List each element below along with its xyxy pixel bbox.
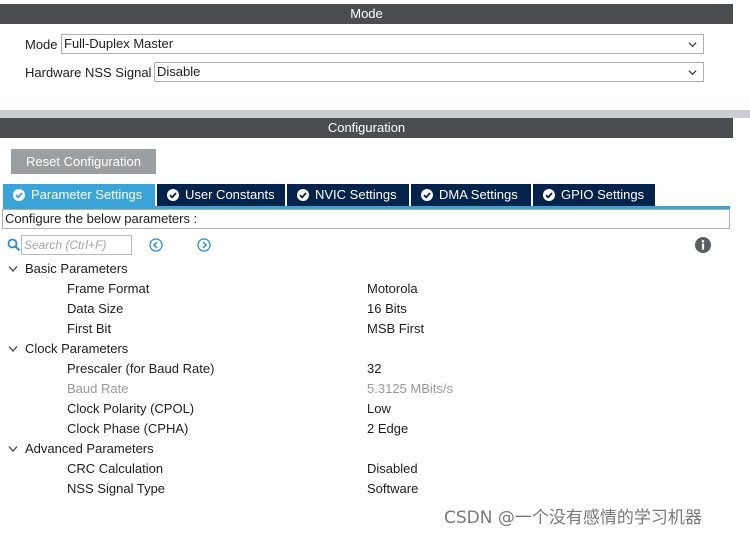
chevron-down-icon: [688, 70, 697, 76]
tab-label: DMA Settings: [439, 187, 518, 202]
param-value: 16 Bits: [367, 301, 407, 316]
param-row-nss-signal-type[interactable]: NSS Signal Type Software: [0, 479, 730, 499]
param-name: Data Size: [67, 301, 124, 316]
next-icon[interactable]: [197, 238, 211, 252]
group-advanced-parameters[interactable]: Advanced Parameters: [0, 439, 730, 459]
tab-label: Parameter Settings: [31, 187, 143, 202]
param-row-clock-phase[interactable]: Clock Phase (CPHA) 2 Edge: [0, 419, 730, 439]
param-value: 2 Edge: [367, 421, 409, 436]
param-row-data-size[interactable]: Data Size 16 Bits: [0, 299, 730, 319]
check-circle-icon: [167, 189, 179, 201]
reset-configuration-button[interactable]: Reset Configuration: [11, 149, 156, 174]
param-row-first-bit[interactable]: First Bit MSB First: [0, 319, 730, 339]
param-name: Clock Phase (CPHA): [67, 421, 189, 436]
check-circle-icon: [297, 189, 309, 201]
param-value: 5.3125 MBits/s: [367, 381, 453, 396]
info-icon[interactable]: [695, 237, 711, 253]
tab-label: GPIO Settings: [561, 187, 645, 202]
group-clock-parameters[interactable]: Clock Parameters: [0, 339, 730, 359]
panel-separator: [0, 110, 750, 118]
check-circle-icon: [543, 189, 555, 201]
param-value: Low: [367, 401, 391, 416]
param-row-prescaler[interactable]: Prescaler (for Baud Rate) 32: [0, 359, 730, 379]
nss-select[interactable]: Disable: [154, 62, 704, 82]
param-row-clock-polarity[interactable]: Clock Polarity (CPOL) Low: [0, 399, 730, 419]
param-value: 32: [367, 361, 382, 376]
param-value: Motorola: [367, 281, 418, 296]
param-name: Baud Rate: [67, 381, 129, 396]
nss-label: Hardware NSS Signal: [25, 65, 152, 80]
tab-label: NVIC Settings: [315, 187, 397, 202]
group-label: Basic Parameters: [25, 261, 128, 276]
watermark: CSDN @一个没有感情的学习机器: [444, 508, 702, 528]
group-label: Advanced Parameters: [25, 441, 154, 456]
param-row-frame-format[interactable]: Frame Format Motorola: [0, 279, 730, 299]
mode-label: Mode: [25, 37, 58, 52]
nss-select-value: Disable: [157, 64, 201, 79]
configuration-header: Configuration: [0, 118, 733, 138]
param-name: NSS Signal Type: [67, 481, 166, 496]
param-name: First Bit: [67, 321, 112, 336]
param-name: Clock Polarity (CPOL): [67, 401, 195, 416]
param-row-baud-rate: Baud Rate 5.3125 MBits/s: [0, 379, 730, 399]
tab-dma-settings[interactable]: DMA Settings: [411, 184, 531, 206]
configure-text: Configure the below parameters :: [5, 211, 198, 226]
param-value: Software: [367, 481, 419, 496]
param-row-crc-calculation[interactable]: CRC Calculation Disabled: [0, 459, 730, 479]
chevron-down-icon: [8, 266, 18, 272]
param-name: CRC Calculation: [67, 461, 164, 476]
param-value: Disabled: [367, 461, 418, 476]
chevron-down-icon: [8, 446, 18, 452]
tab-label: User Constants: [185, 187, 275, 202]
param-name: Frame Format: [67, 281, 150, 296]
mode-header-title: Mode: [350, 6, 383, 21]
param-name: Prescaler (for Baud Rate): [67, 361, 215, 376]
group-basic-parameters[interactable]: Basic Parameters: [0, 259, 730, 279]
mode-select-value: Full-Duplex Master: [64, 36, 174, 51]
configuration-header-title: Configuration: [327, 120, 406, 135]
tab-user-constants[interactable]: User Constants: [157, 184, 285, 206]
search-icon[interactable]: [7, 238, 21, 252]
check-circle-icon: [421, 189, 433, 201]
search-input[interactable]: [21, 235, 132, 255]
tab-parameter-settings[interactable]: Parameter Settings: [3, 184, 155, 206]
tab-nvic-settings[interactable]: NVIC Settings: [287, 184, 409, 206]
mode-select[interactable]: Full-Duplex Master: [61, 34, 704, 54]
group-label: Clock Parameters: [25, 341, 129, 356]
mode-header: Mode: [0, 4, 733, 24]
chevron-down-icon: [8, 346, 18, 352]
previous-icon[interactable]: [149, 238, 163, 252]
check-circle-icon: [13, 189, 25, 201]
configure-description: Configure the below parameters :: [2, 209, 730, 229]
chevron-down-icon: [688, 42, 697, 48]
param-value: MSB First: [367, 321, 425, 336]
tab-gpio-settings[interactable]: GPIO Settings: [533, 184, 655, 206]
